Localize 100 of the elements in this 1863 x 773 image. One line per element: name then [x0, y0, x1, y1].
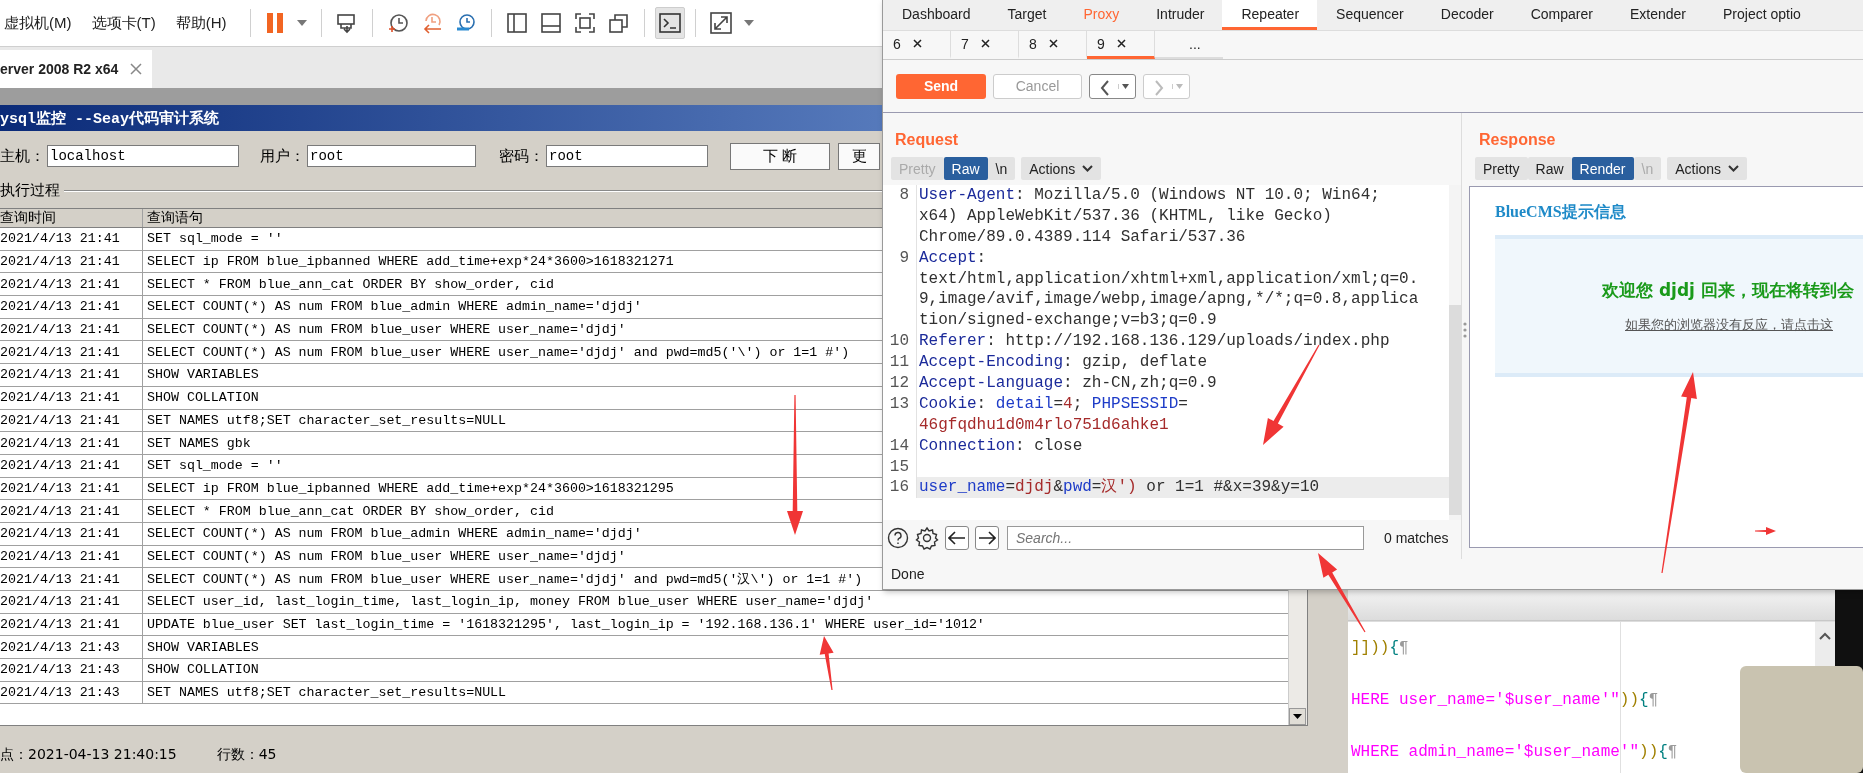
view-toggle[interactable]: Raw	[1527, 157, 1572, 180]
text-field[interactable]: root	[546, 145, 708, 167]
column-header[interactable]: 查询语句	[147, 209, 203, 227]
query-text: SHOW COLLATION	[147, 662, 259, 678]
tab[interactable]: Dashboard	[883, 0, 989, 30]
page-heading: BlueCMS提示信息	[1495, 202, 1627, 222]
code-text: Accept-Language: zh-CN,zh;q=0.9	[918, 373, 1218, 394]
close-icon[interactable]	[980, 39, 990, 48]
tab[interactable]: Extender	[1610, 0, 1704, 30]
view-toggle[interactable]: Render	[1571, 157, 1634, 180]
back-button[interactable]	[1089, 73, 1136, 99]
tab[interactable]: Intruder	[1137, 0, 1223, 30]
query-time: 2021/4/13 21:41	[0, 254, 120, 270]
query-time: 2021/4/13 21:41	[0, 231, 120, 247]
line-number: 13	[883, 393, 917, 415]
query-time: 2021/4/13 21:41	[0, 594, 120, 610]
welcome-message: 欢迎您 djdj 回来，现在将转到会	[1602, 279, 1854, 302]
column-header[interactable]: 查询时间	[0, 209, 56, 227]
query-time: 2021/4/13 21:41	[0, 344, 120, 360]
code-text: Referer: http://192.168.136.129/uploads/index.php	[918, 331, 1391, 353]
help-icon[interactable]	[887, 527, 909, 549]
code-text: Chrome/89.0.4389.114 Safari/537.36	[918, 226, 1247, 248]
query-time: 2021/4/13 21:41	[0, 276, 120, 292]
redirect-link[interactable]: 如果您的浏览器没有反应，请点击这	[1625, 316, 1833, 334]
query-text: SELECT ip FROM blue_ipbanned WHERE add_time+exp*24*3600>1618321271	[147, 254, 674, 270]
query-text: SELECT COUNT(*) AS num FROM blue_user WHERE user_name='djdj'	[147, 548, 626, 564]
drag-handle-icon[interactable]	[1463, 322, 1467, 338]
caret-icon	[1118, 83, 1129, 89]
query-text: SHOW COLLATION	[147, 390, 259, 406]
menu-item[interactable]: 帮助(H)	[175, 13, 227, 33]
dialog-button[interactable]: 更	[838, 142, 880, 170]
terminal-icon[interactable]	[655, 7, 686, 39]
query-text: SELECT COUNT(*) AS num FROM blue_user WHERE user_name='djdj' and pwd=md5('汉\') or 1=1 #')	[147, 571, 863, 589]
query-time: 2021/4/13 21:43	[0, 639, 120, 655]
text-field[interactable]: localhost	[47, 145, 239, 167]
query-text: SELECT COUNT(*) AS num FROM blue_admin WHERE admin_name='djdj'	[147, 299, 642, 315]
code-text: ]])){¶	[1351, 639, 1409, 657]
query-text: SELECT COUNT(*) AS num FROM blue_user WHERE user_name='djdj'	[147, 322, 626, 338]
code-text: text/html,application/xhtml+xml,application/xml;q=0.	[918, 268, 1420, 290]
tab[interactable]: Sequencer	[1317, 0, 1422, 30]
line-number: 11	[883, 352, 917, 373]
request-tab[interactable]: 9	[1087, 31, 1155, 59]
query-time: 2021/4/13 21:41	[0, 503, 120, 519]
annotation-arrow	[1755, 527, 1776, 535]
code-text: 46gfqdhu1d0m4rlo751d6ahke1	[918, 414, 1170, 436]
query-text: SET NAMES gbk	[147, 435, 251, 451]
field-label: 密码：	[499, 146, 544, 166]
code-text: Accept-Encoding: gzip, deflate	[918, 352, 1209, 373]
menu-item[interactable]: 虚拟机(M)	[4, 13, 72, 33]
tab[interactable]: Comparer	[1511, 0, 1611, 30]
code-text: Connection: close	[918, 435, 1084, 457]
query-time: 2021/4/13 21:41	[0, 367, 120, 383]
tab[interactable]: Decoder	[1421, 0, 1512, 30]
tab-label: erver 2008 R2 x64	[0, 61, 119, 77]
close-icon[interactable]	[1116, 39, 1126, 48]
text-field[interactable]: root	[307, 145, 476, 167]
match-count: 0 matches	[1384, 530, 1449, 546]
tab[interactable]: Target	[988, 0, 1065, 30]
request-tab[interactable]: 7	[951, 31, 1019, 59]
view-toggle[interactable]: Pretty	[1475, 157, 1528, 180]
view-toggle[interactable]: \n	[987, 157, 1016, 180]
close-icon[interactable]	[1048, 39, 1058, 48]
query-time: 2021/4/13 21:41	[0, 322, 120, 338]
view-toggle[interactable]: Raw	[943, 157, 988, 180]
chevron-icon	[1082, 165, 1094, 172]
query-text: SHOW VARIABLES	[147, 639, 259, 655]
query-text: SELECT * FROM blue_ann_cat ORDER BY show_order, cid	[147, 276, 554, 292]
line-number: 12	[883, 373, 917, 394]
query-time: 2021/4/13 21:41	[0, 435, 120, 451]
status-text: 点：2021-04-13 21:40:15	[0, 746, 177, 764]
status-text: Done	[891, 566, 925, 582]
close-icon[interactable]	[912, 39, 922, 48]
request-tab[interactable]: 8	[1019, 31, 1087, 59]
query-time: 2021/4/13 21:41	[0, 548, 120, 564]
dialog-button[interactable]: 下 断	[730, 142, 830, 170]
query-text: SELECT * FROM blue_ann_cat ORDER BY show_order, cid	[147, 503, 554, 519]
code-text: tion/signed-exchange;v=b3;q=0.9	[918, 310, 1218, 332]
code-text: User-Agent: Mozilla/5.0 (Windows NT 10.0; Win64;	[918, 185, 1381, 206]
query-text: SELECT user_id, last_login_time, last_login_ip, money FROM blue_user WHERE user_name='djdj'	[147, 594, 874, 610]
actions-button[interactable]: Actions	[1667, 157, 1748, 180]
scroll-down-button[interactable]	[1289, 708, 1307, 725]
line-number: 8	[883, 185, 917, 206]
query-time: 2021/4/13 21:41	[0, 299, 120, 315]
panel-title: Request	[895, 131, 959, 149]
vm-tab[interactable]: erver 2008 R2 x64	[0, 50, 153, 88]
query-text: SET NAMES utf8;SET character_set_results=NULL	[147, 685, 507, 701]
code-text: 9,image/avif,image/webp,image/apng,*/*;q=0.8,applica	[918, 289, 1420, 311]
dialog-title: ysql监控 --Seay代码审计系统	[0, 109, 220, 128]
settings-icon[interactable]	[915, 526, 939, 550]
status-text: 行数：45	[216, 746, 277, 764]
query-text: SELECT COUNT(*) AS num FROM blue_admin WHERE admin_name='djdj'	[147, 526, 642, 542]
search-field[interactable]: Search...	[1007, 526, 1364, 550]
request-tab[interactable]: 6	[883, 31, 951, 59]
query-time: 2021/4/13 21:43	[0, 685, 120, 701]
tab[interactable]: Repeater	[1222, 0, 1318, 30]
actions-button[interactable]: Actions	[1021, 157, 1102, 180]
panel-title: Response	[1479, 131, 1556, 149]
new-tab-button[interactable]: ...	[1155, 31, 1223, 59]
tab[interactable]: Project optio	[1704, 0, 1819, 30]
menu-item[interactable]: 选项卡(T)	[91, 13, 156, 33]
